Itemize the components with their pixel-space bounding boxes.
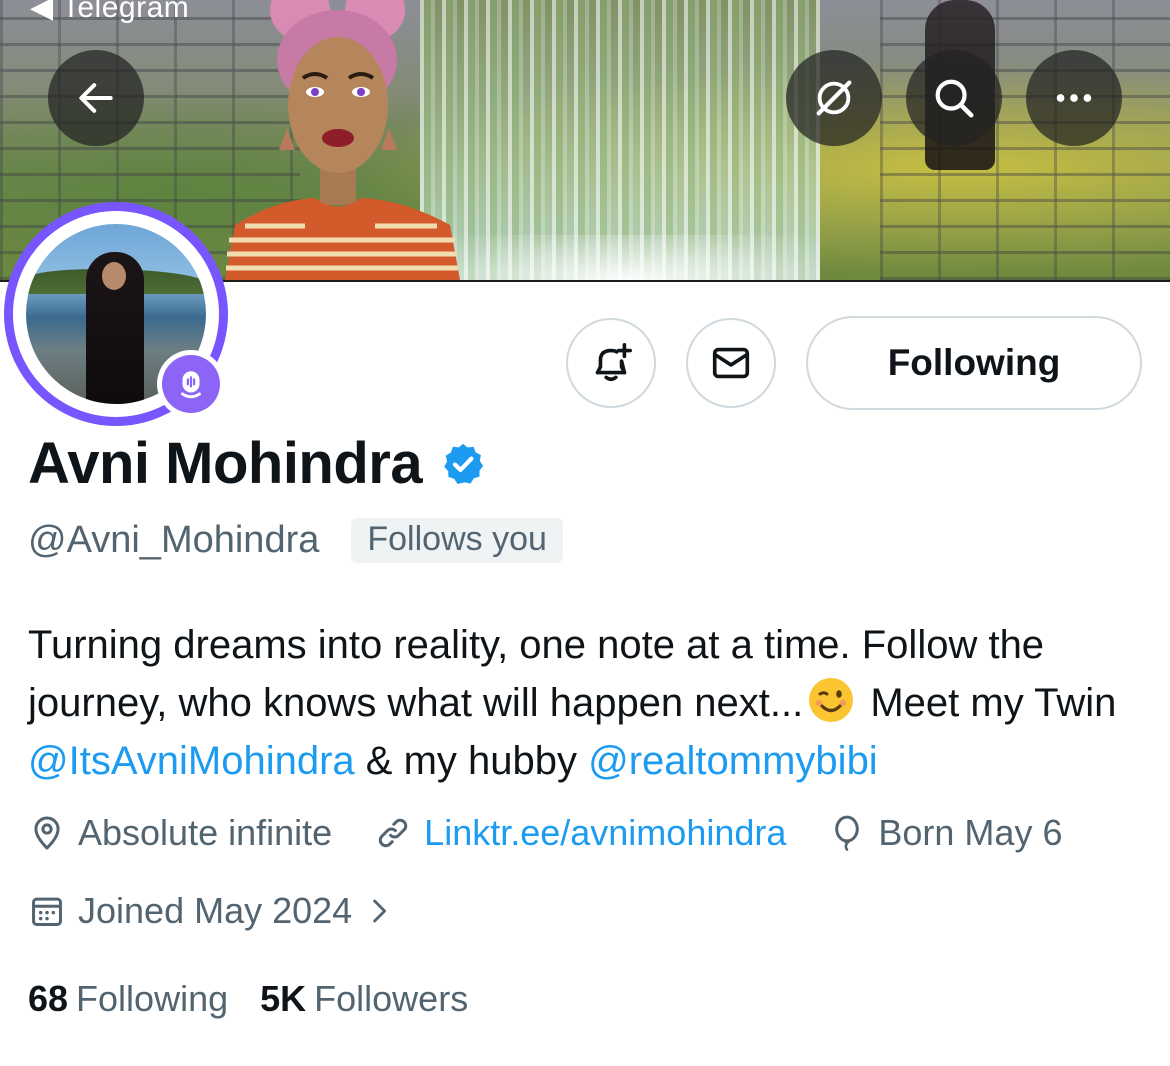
spaces-badge-dot bbox=[162, 355, 220, 413]
location-text: Absolute infinite bbox=[78, 812, 333, 853]
spaces-live-badge[interactable] bbox=[157, 350, 225, 418]
more-options-button[interactable] bbox=[1026, 50, 1122, 146]
username-handle: @Avni_Mohindra bbox=[28, 519, 320, 561]
followers-count: 5K bbox=[260, 978, 307, 1019]
search-icon bbox=[935, 79, 974, 118]
chevron-right-icon bbox=[373, 899, 387, 923]
more-dots-icon bbox=[1056, 94, 1092, 102]
profile-bio: Turning dreams into reality, one note at… bbox=[28, 616, 1148, 790]
display-name: Avni Mohindra bbox=[28, 431, 423, 496]
balloon-icon bbox=[835, 815, 860, 851]
grok-slash-icon bbox=[816, 80, 852, 116]
followers-label: Followers bbox=[314, 978, 469, 1019]
joined-text: Joined May 2024 bbox=[78, 890, 353, 931]
banner-mist bbox=[440, 235, 820, 280]
banner-wall-right bbox=[880, 0, 1170, 280]
follow-counts: 68 Following 5K Followers bbox=[28, 978, 500, 1020]
followers-count-link[interactable]: 5K Followers bbox=[260, 978, 468, 1020]
winking-face-emoji bbox=[809, 678, 854, 722]
following-button[interactable]: Following bbox=[806, 316, 1142, 410]
birthday-item: Born May 6 bbox=[828, 812, 1062, 854]
microphone-icon bbox=[181, 371, 201, 399]
joined-row[interactable]: Joined May 2024 bbox=[28, 890, 436, 932]
verified-badge-icon[interactable] bbox=[440, 441, 486, 487]
birthday-text: Born May 6 bbox=[878, 812, 1063, 853]
status-bar-back-app[interactable]: ◀ Telegram bbox=[30, 0, 189, 25]
arrow-left-icon bbox=[79, 83, 113, 113]
search-button[interactable] bbox=[906, 50, 1002, 146]
website-link[interactable]: Linktr.ee/avnimohindra bbox=[424, 812, 786, 854]
profile-handle-row: @Avni_Mohindra Follows you bbox=[28, 518, 563, 563]
calendar-icon bbox=[32, 897, 62, 926]
message-button[interactable] bbox=[686, 318, 776, 408]
website-item[interactable]: Linktr.ee/avnimohindra bbox=[374, 812, 786, 854]
bio-mention-hubby[interactable]: @realtommybibi bbox=[588, 739, 878, 783]
following-count-link[interactable]: 68 Following bbox=[28, 978, 228, 1020]
grok-button[interactable] bbox=[786, 50, 882, 146]
bio-mention-twin[interactable]: @ItsAvniMohindra bbox=[28, 739, 355, 783]
location-pin-icon bbox=[34, 816, 60, 850]
bio-text-2: Meet my Twin bbox=[859, 681, 1117, 725]
link-icon bbox=[378, 818, 408, 848]
profile-meta-row: Absolute infinite Linktr.ee/avnimohindra… bbox=[28, 812, 1104, 854]
following-count: 68 bbox=[28, 978, 69, 1019]
avatar-face bbox=[102, 262, 126, 290]
banner-cartoon-woman bbox=[225, 0, 460, 280]
bio-text-3: & my hubby bbox=[354, 739, 589, 783]
following-label: Following bbox=[76, 978, 229, 1019]
follows-you-badge: Follows you bbox=[351, 518, 563, 563]
back-button[interactable] bbox=[48, 50, 144, 146]
joined-item[interactable]: Joined May 2024 bbox=[28, 890, 394, 932]
mail-icon bbox=[712, 347, 750, 379]
profile-name-row: Avni Mohindra bbox=[28, 430, 486, 497]
location-item: Absolute infinite bbox=[28, 812, 332, 854]
notifications-button[interactable] bbox=[566, 318, 656, 408]
bell-plus-icon bbox=[595, 342, 632, 382]
